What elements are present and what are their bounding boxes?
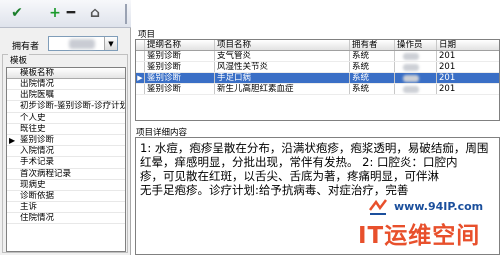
detail-line: 疹，可见散在红斑，以舌尖、舌底为著，疼痛明显，可伴淋 (140, 169, 439, 183)
template-group-title: 模板 (8, 54, 30, 66)
toolbar-separator (125, 4, 127, 24)
column-header-date[interactable]: 日期 (437, 40, 497, 50)
template-item[interactable]: 首次病程记录 (7, 169, 125, 180)
project-grid[interactable]: 提纲名称 项目名称 拥有者 操作员 日期 鉴别诊断 支气管炎 系统 201 鉴别诊断 风湿… (135, 39, 500, 121)
template-item[interactable]: 住院情况 (7, 213, 125, 225)
template-item-label: 首次病程记录 (20, 168, 72, 179)
cell-date: 201 (439, 73, 456, 83)
template-group: 模板 模板名称 出院情况 出院医嘱 初步诊断-鉴别诊断-诊疗计划 个人史 既往史 ▶ 鉴别诊… (2, 54, 128, 253)
template-item[interactable]: 出院情况 (7, 79, 125, 91)
cell-name: 手足口病 (215, 73, 350, 83)
template-item-label: 现病史 (20, 179, 46, 190)
template-item-label: 出院情况 (20, 79, 55, 89)
row-indicator (136, 62, 145, 72)
cell-operator (395, 62, 437, 72)
toolbar-empty-area (131, 0, 500, 28)
template-list-header[interactable]: 模板名称 (7, 68, 125, 79)
template-item[interactable]: 诊断依据 (7, 190, 125, 203)
cell-owner: 系统 (350, 84, 395, 94)
template-list[interactable]: 模板名称 出院情况 出院医嘱 初步诊断-鉴别诊断-诊疗计划 个人史 既往史 ▶ 鉴别诊断 入院… (6, 67, 126, 252)
column-header-operator[interactable]: 操作员 (395, 40, 437, 50)
cell-owner: 系统 (350, 62, 395, 72)
owner-dropdown[interactable]: ▼ (48, 36, 118, 51)
watermark: www.94IP.com IT运维空间 (356, 196, 500, 255)
detail-line: 红晕，痒感明显，分批出现，常伴有发热。 2: 口腔炎：口腔内 (140, 155, 458, 169)
cell-operator (395, 51, 437, 61)
template-item[interactable]: ▶ 鉴别诊断 (7, 134, 125, 147)
project-row[interactable]: ▶ 鉴别诊断 手足口病 系统 201 (136, 73, 499, 84)
template-item-label: 入院情况 (20, 146, 55, 157)
cell-name: 风湿性关节炎 (215, 62, 350, 72)
column-header-outline[interactable]: 提纲名称 (145, 40, 215, 50)
operator-redacted (403, 53, 419, 60)
cell-owner: 系统 (350, 51, 395, 61)
detail-line: 无手足疱疹。诊疗计划:给予抗病毒、对症治疗，完善 (140, 183, 409, 197)
project-row[interactable]: 鉴别诊断 风湿性关节炎 系统 201 (136, 62, 499, 73)
detail-line: 1: 水痘，疱疹呈散在分布，沿满状疱疹，疱浆透明，易破结痂，周围 (140, 141, 489, 155)
template-item-label: 手术记录 (20, 157, 55, 168)
left-panel: 拥有者 ▼ 模板 模板名称 出院情况 出院医嘱 初步诊断-鉴别诊断-诊疗计划 个人史既… (0, 28, 131, 255)
owner-value-redacted (69, 39, 95, 49)
template-item[interactable]: 手术记录 (7, 157, 125, 169)
template-item[interactable]: 初步诊断-鉴别诊断-诊疗计划 (7, 101, 125, 113)
cell-name: 新生儿高胆红素血症 (215, 84, 350, 94)
operator-redacted (403, 75, 419, 82)
row-indicator: ▶ (136, 73, 145, 83)
column-header-name[interactable]: 项目名称 (215, 40, 350, 50)
cell-date: 201 (439, 62, 456, 72)
chevron-down-icon[interactable]: ▼ (104, 37, 117, 50)
cell-operator (395, 84, 437, 94)
cell-owner: 系统 (350, 73, 395, 83)
watermark-logo-icon (369, 199, 387, 215)
cell-date: 201 (439, 84, 456, 94)
cell-outline: 鉴别诊断 (145, 51, 215, 61)
project-group: 项目 提纲名称 项目名称 拥有者 操作员 日期 鉴别诊断 支气管炎 系统 201 鉴别诊… (133, 28, 500, 123)
cell-name: 支气管炎 (215, 51, 350, 61)
template-item[interactable]: 个人史 (7, 113, 125, 124)
cell-operator (395, 73, 437, 83)
toolbar: ✔ + ━ ⌂ (0, 0, 131, 28)
column-header-owner[interactable]: 拥有者 (350, 40, 395, 50)
project-row[interactable]: 鉴别诊断 新生儿高胆红素血症 系统 201 (136, 84, 499, 95)
template-item-label: 个人史 (20, 112, 46, 123)
row-indicator-header (136, 40, 145, 50)
watermark-text: IT运维空间 (358, 223, 481, 249)
template-icon[interactable]: ⌂ (86, 4, 104, 22)
template-item[interactable]: 入院情况 (7, 146, 125, 158)
template-item-label: 诊断依据 (20, 190, 55, 201)
row-indicator (136, 84, 145, 94)
template-item-label: 住院情况 (20, 213, 55, 224)
template-item[interactable]: 既往史 (7, 124, 125, 135)
template-item-label: 主诉 (20, 202, 38, 213)
project-row[interactable]: 鉴别诊断 支气管炎 系统 201 (136, 51, 499, 62)
cell-outline: 鉴别诊断 (145, 62, 215, 72)
operator-redacted (403, 86, 419, 93)
template-item-label: 出院医嘱 (20, 90, 55, 101)
remove-icon[interactable]: ━ (62, 4, 80, 22)
operator-redacted (403, 64, 419, 71)
template-item-label: 初步诊断-鉴别诊断-诊疗计划 (20, 101, 125, 112)
template-item-label: 鉴别诊断 (20, 134, 55, 145)
project-grid-header: 提纲名称 项目名称 拥有者 操作员 日期 (136, 40, 499, 51)
selected-row-marker-icon: ▶ (9, 135, 16, 145)
checkmark-icon[interactable]: ✔ (8, 4, 26, 22)
row-indicator (136, 51, 145, 61)
owner-label: 拥有者 (12, 42, 40, 52)
template-item[interactable]: 现病史 (7, 180, 125, 191)
template-item[interactable]: 出院医嘱 (7, 90, 125, 102)
template-item-label: 既往史 (20, 123, 46, 134)
template-item[interactable]: 主诉 (7, 202, 125, 214)
cell-outline: 鉴别诊断 (145, 73, 215, 83)
cell-outline: 鉴别诊断 (145, 84, 215, 94)
watermark-url: www.94IP.com (394, 200, 484, 213)
cell-date: 201 (439, 51, 456, 61)
